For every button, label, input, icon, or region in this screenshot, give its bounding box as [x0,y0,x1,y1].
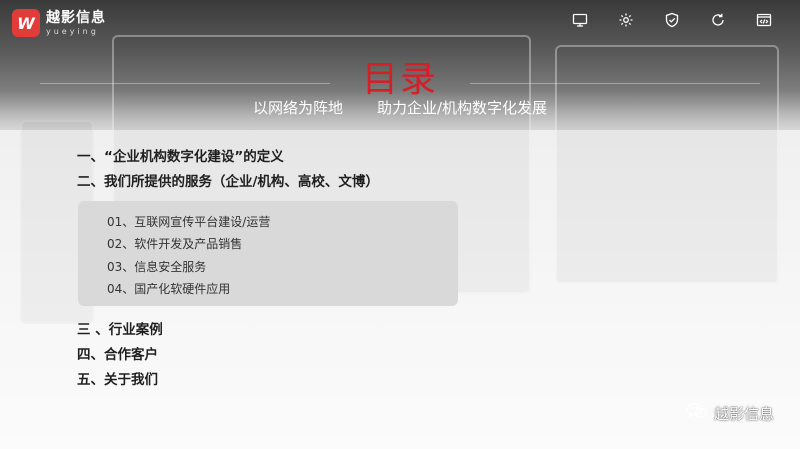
logo-mark: W [12,9,40,37]
toc-item: 二、我们所提供的服务（企业/机构、高校、文博） [77,174,379,190]
toc-item: 四、合作客户 [77,347,158,363]
toc-item: 五、关于我们 [77,372,158,388]
page-title: 目录 [361,59,438,100]
code-icon [756,12,772,28]
logo-name-cn: 越影信息 [46,9,106,26]
toc-sub-item: 04、国产化软硬件应用 [107,282,231,296]
subtitle-right: 助力企业/机构数字化发展 [376,99,548,117]
subtitle-left: 以网络为阵地 [252,99,343,117]
wechat-icon [686,402,708,424]
toc-sub-item: 03、信息安全服务 [107,260,207,274]
wechat-watermark: 越影信息 [686,402,774,424]
settings-icon [618,12,634,28]
shield-icon [664,12,680,28]
toc-item: 三 、行业案例 [77,322,163,338]
top-icon-bar [572,12,772,28]
logo-name-en: yueying [46,26,99,36]
brand-logo: W 越影信息 yueying [12,9,106,37]
refresh-icon [710,12,726,28]
toc-sub-item: 01、互联网宣传平台建设/运营 [107,215,271,229]
slide: W 越影信息 yueying 目录 以网络为阵地 助力企业/机构数字化发展 一、… [0,0,800,449]
toc-item: 一、“企业机构数字化建设”的定义 [77,149,284,165]
watermark-text: 越影信息 [713,404,774,423]
logo-text: 越影信息 yueying [46,11,106,36]
monitor-icon [572,12,588,28]
toc-sub-item: 02、软件开发及产品销售 [107,237,243,251]
page-subtitle: 以网络为阵地 助力企业/机构数字化发展 [0,97,800,118]
